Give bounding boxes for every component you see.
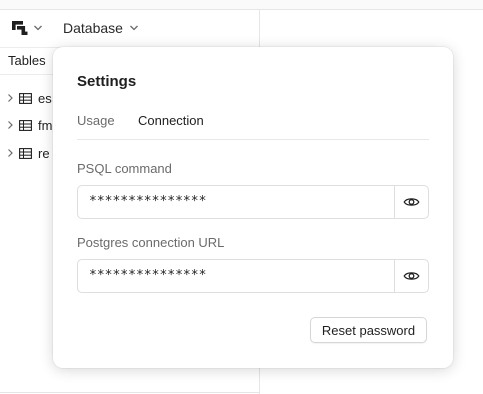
tab-connection[interactable]: Connection	[138, 113, 204, 128]
table-icon	[19, 119, 32, 131]
tree-item[interactable]: es	[6, 89, 52, 107]
tree-item-label: es	[38, 90, 52, 106]
database-selector[interactable]: Database	[63, 20, 123, 36]
tab-usage[interactable]: Usage	[77, 113, 115, 128]
settings-tabs: Usage Connection	[77, 113, 429, 140]
psql-command-label: PSQL command	[77, 161, 172, 176]
panel-bottom-border	[0, 392, 260, 393]
postgres-url-value: ***************	[89, 268, 207, 283]
field-separator	[394, 186, 395, 218]
eye-icon[interactable]	[403, 268, 420, 284]
chevron-right-icon[interactable]	[6, 148, 14, 158]
table-icon	[19, 92, 32, 104]
toolbar: Database	[0, 10, 260, 48]
table-icon	[19, 147, 32, 159]
top-frame-bar	[0, 0, 483, 10]
field-separator	[394, 260, 395, 292]
chevron-right-icon[interactable]	[6, 120, 14, 130]
chevron-right-icon[interactable]	[6, 93, 14, 103]
tree-item[interactable]: fm	[6, 116, 52, 134]
tree-item-label: fm	[38, 117, 53, 133]
eye-icon[interactable]	[403, 194, 420, 210]
postgres-url-field[interactable]: ***************	[77, 259, 429, 293]
settings-dialog: Settings Usage Connection PSQL command *…	[53, 47, 453, 368]
psql-command-value: ***************	[89, 194, 207, 209]
chevron-down-icon[interactable]	[33, 24, 43, 32]
psql-command-field[interactable]: ***************	[77, 185, 429, 219]
app-logo-icon[interactable]	[11, 19, 29, 37]
tree-item[interactable]: re	[6, 144, 50, 162]
reset-password-button[interactable]: Reset password	[310, 317, 427, 343]
tab-tables[interactable]: Tables	[8, 53, 46, 75]
tree-item-label: re	[38, 145, 50, 161]
dialog-title: Settings	[77, 73, 137, 90]
postgres-url-label: Postgres connection URL	[77, 235, 225, 250]
chevron-down-icon[interactable]	[129, 24, 139, 32]
